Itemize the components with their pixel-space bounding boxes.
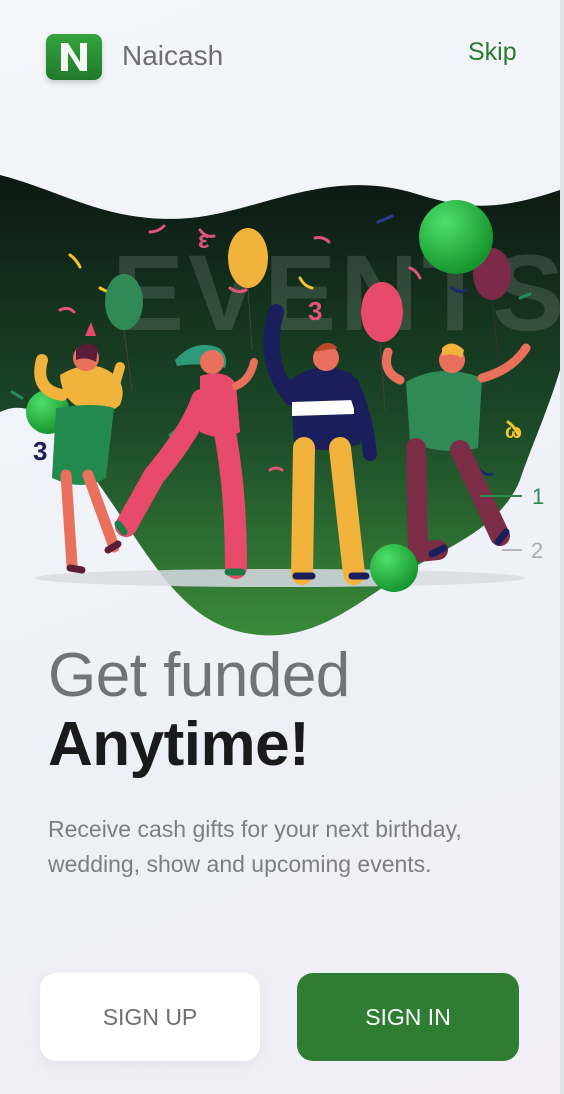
marker-one: 1	[532, 484, 544, 509]
sign-up-button[interactable]: SIGN UP	[40, 973, 260, 1061]
digit-three: 3	[33, 436, 47, 466]
app-logo: N	[46, 34, 102, 80]
svg-text:3: 3	[308, 296, 322, 326]
title-line-1: Get funded	[48, 641, 350, 710]
green-sphere-bottom	[370, 544, 418, 592]
marker-two: 2	[531, 538, 543, 563]
title-line-2: Anytime!	[48, 710, 310, 779]
sign-in-button[interactable]: SIGN IN	[297, 973, 519, 1061]
green-sphere-top	[419, 200, 493, 274]
events-illustration: EVENTS ε 3 ω 3 1 2	[0, 175, 560, 636]
svg-text:ε: ε	[198, 227, 209, 254]
screen-edge	[560, 0, 564, 1094]
description: Receive cash gifts for your next birthda…	[48, 816, 462, 877]
logo-letter: N	[46, 34, 47, 35]
skip-button[interactable]: Skip	[468, 38, 517, 67]
svg-text:ω: ω	[505, 421, 522, 443]
app-name: Naicash	[122, 40, 224, 71]
